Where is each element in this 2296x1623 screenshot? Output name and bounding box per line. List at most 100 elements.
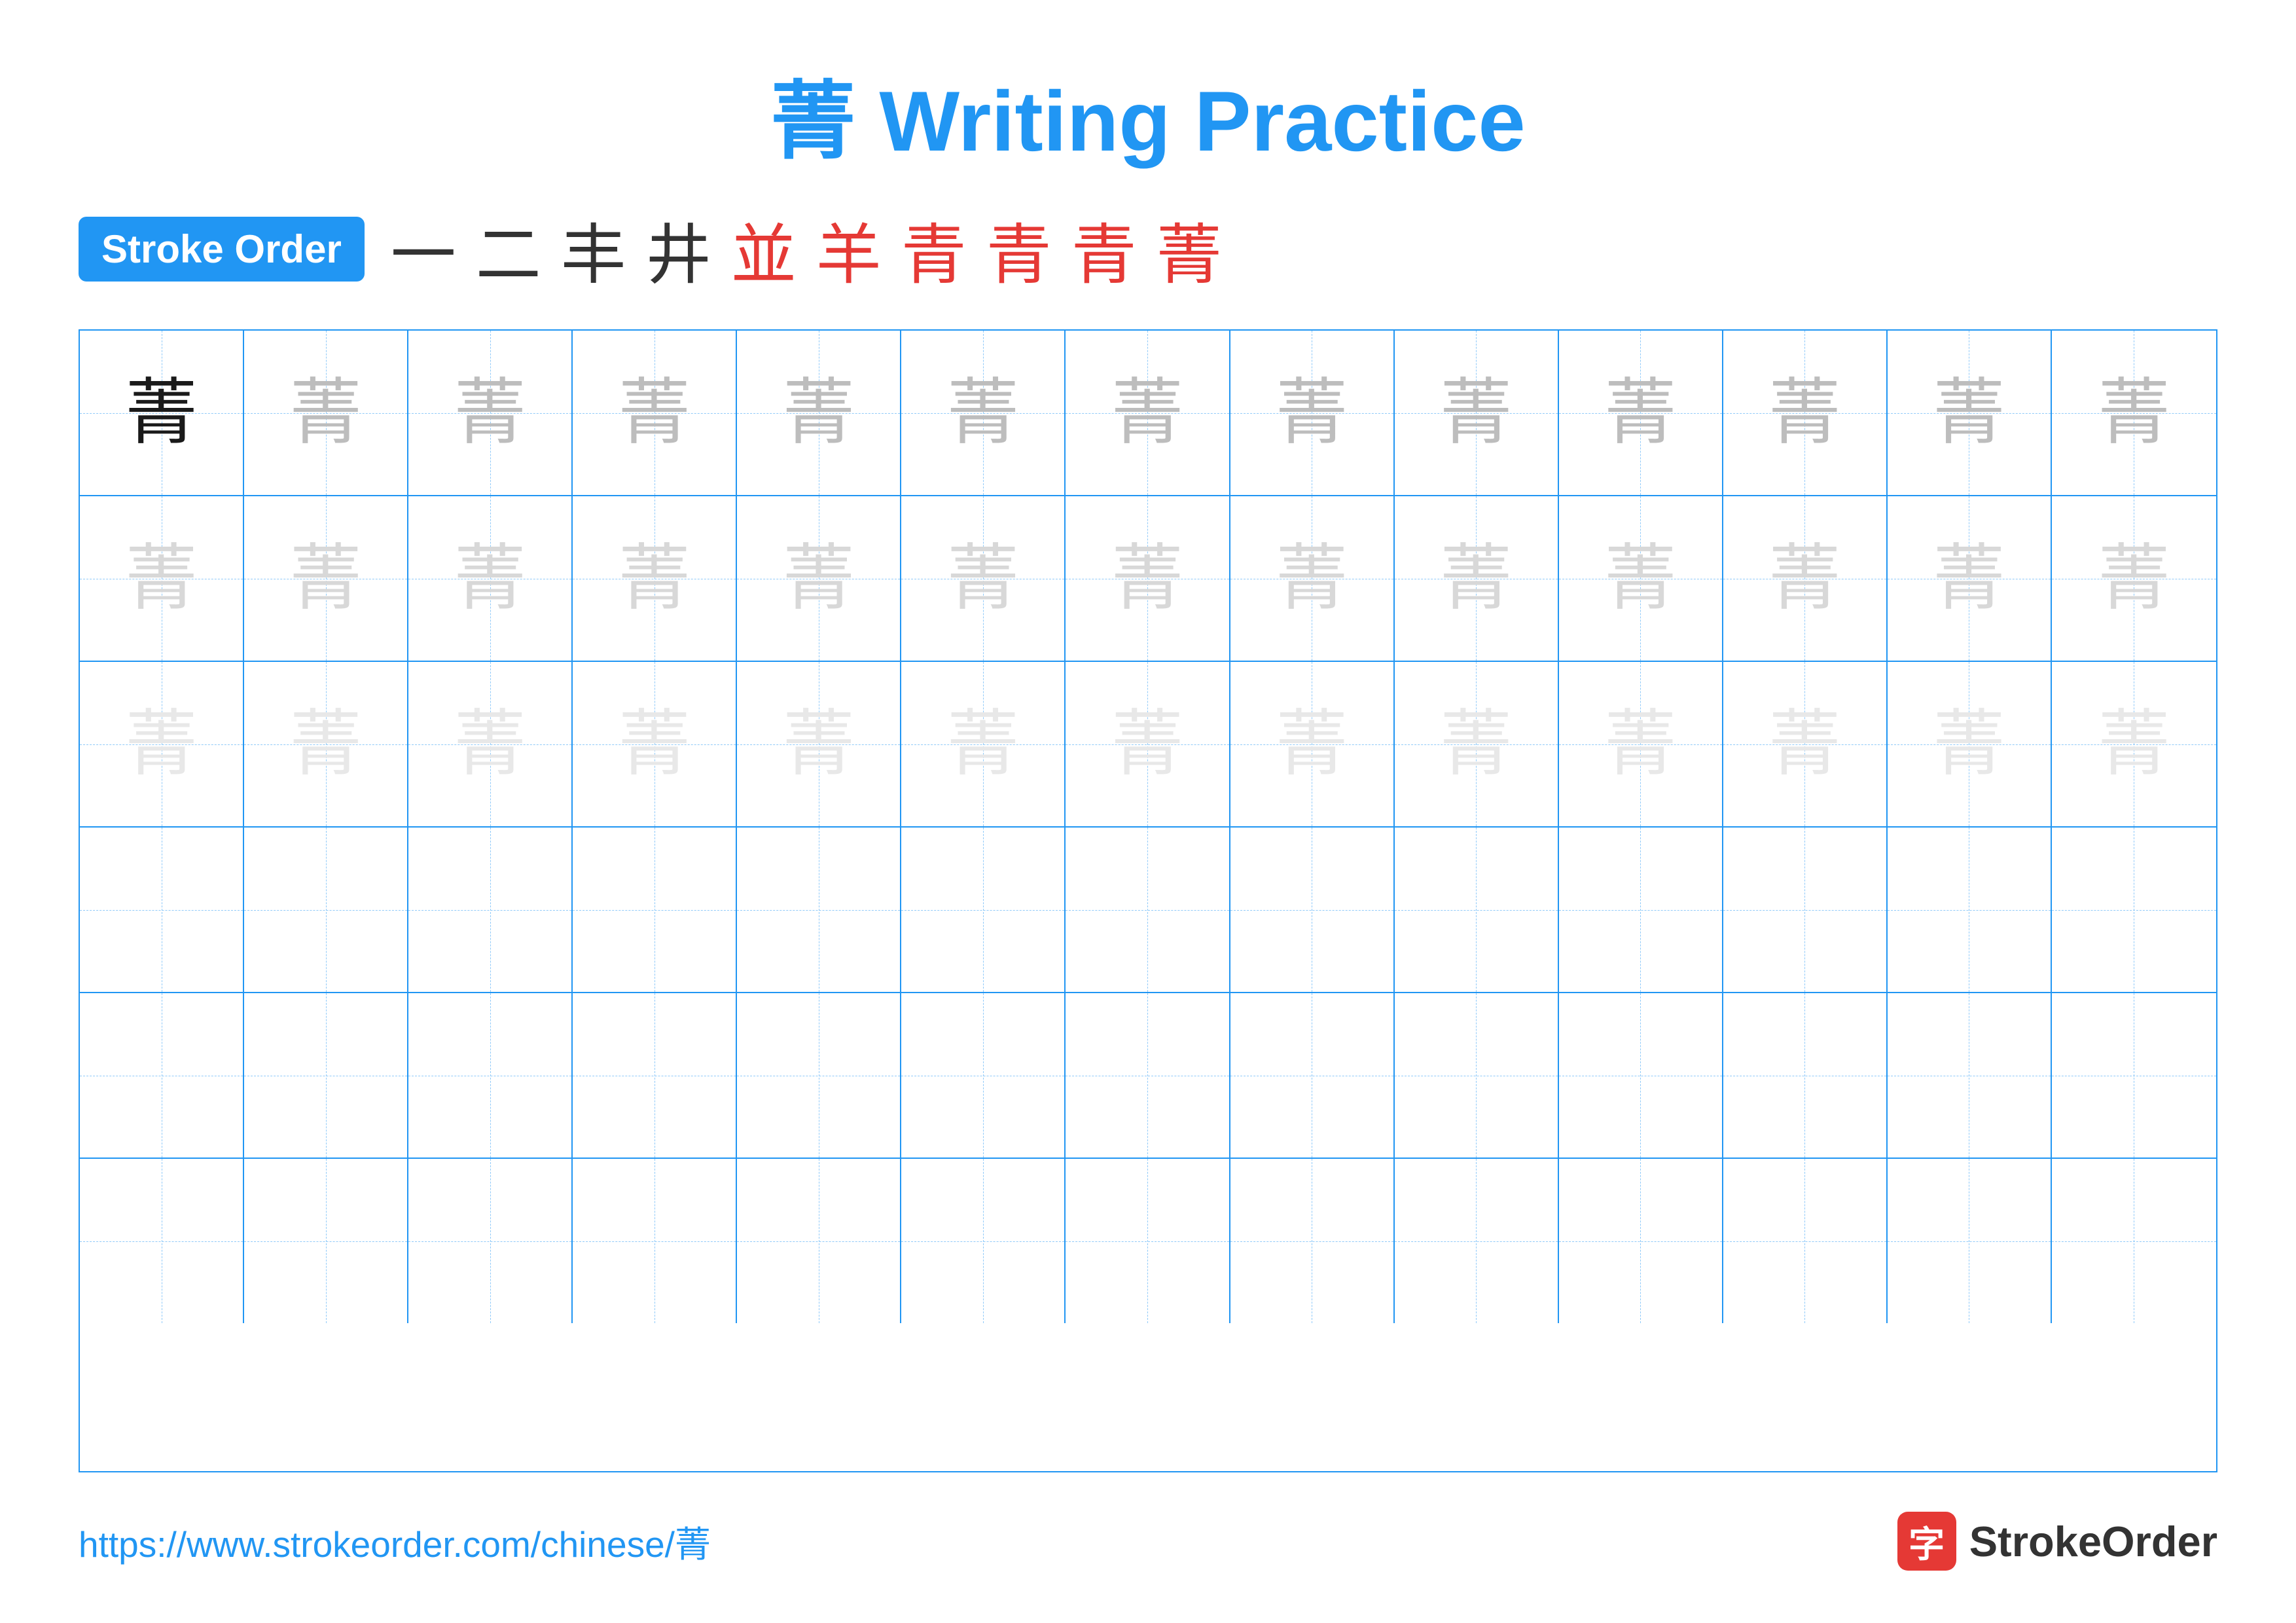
grid-cell[interactable]: 菁: [737, 496, 901, 661]
grid-cell[interactable]: 菁: [1230, 496, 1395, 661]
grid-cell[interactable]: 菁: [1888, 496, 2052, 661]
grid-cell[interactable]: 菁: [408, 662, 573, 826]
grid-cell[interactable]: [1230, 828, 1395, 992]
practice-grid: 菁 菁 菁 菁 菁 菁 菁 菁 菁 菁 菁 菁 菁 菁 菁 菁 菁 菁 菁 菁 …: [79, 329, 2217, 1472]
grid-cell[interactable]: [80, 828, 244, 992]
grid-cell[interactable]: 菁: [901, 662, 1066, 826]
char-guide: 菁: [1768, 543, 1840, 615]
grid-cell[interactable]: [901, 1159, 1066, 1323]
grid-cell[interactable]: [573, 993, 737, 1158]
char-guide: 菁: [1111, 377, 1183, 449]
char-guide: 菁: [947, 543, 1019, 615]
grid-cell[interactable]: 菁: [573, 662, 737, 826]
grid-cell[interactable]: [1888, 1159, 2052, 1323]
char-guide: 菁: [619, 708, 691, 780]
grid-cell[interactable]: [573, 1159, 737, 1323]
grid-cell[interactable]: [1559, 828, 1723, 992]
grid-cell[interactable]: 菁: [2052, 331, 2216, 495]
grid-cell[interactable]: [1559, 993, 1723, 1158]
grid-cell[interactable]: [737, 828, 901, 992]
grid-cell[interactable]: 菁: [1888, 662, 2052, 826]
grid-cell[interactable]: [1559, 1159, 1723, 1323]
grid-cell[interactable]: [1230, 993, 1395, 1158]
grid-cell[interactable]: [1395, 1159, 1559, 1323]
char-guide: 菁: [290, 377, 362, 449]
grid-cell[interactable]: 菁: [1395, 331, 1559, 495]
grid-cell[interactable]: [901, 993, 1066, 1158]
grid-cell[interactable]: [1066, 1159, 1230, 1323]
grid-cell[interactable]: [408, 828, 573, 992]
grid-cell[interactable]: [1066, 828, 1230, 992]
grid-cell[interactable]: 菁: [80, 496, 244, 661]
grid-cell[interactable]: [408, 1159, 573, 1323]
char-guide: 菁: [1604, 377, 1676, 449]
stroke-2: 二: [476, 202, 541, 297]
stroke-sequence: 一 二 丰 井 並 羊 青 青 青 菁: [391, 202, 1222, 297]
grid-row-4: [80, 828, 2216, 993]
grid-cell[interactable]: 菁: [901, 496, 1066, 661]
grid-cell[interactable]: 菁: [1723, 331, 1888, 495]
grid-cell[interactable]: [737, 993, 901, 1158]
grid-cell[interactable]: [1066, 993, 1230, 1158]
grid-cell[interactable]: 菁: [1559, 662, 1723, 826]
grid-cell[interactable]: [2052, 828, 2216, 992]
grid-cell[interactable]: [244, 993, 408, 1158]
grid-cell[interactable]: 菁: [737, 331, 901, 495]
grid-cell[interactable]: [2052, 993, 2216, 1158]
grid-cell[interactable]: [1723, 828, 1888, 992]
grid-cell[interactable]: 菁: [1230, 331, 1395, 495]
grid-cell[interactable]: 菁: [2052, 496, 2216, 661]
grid-cell[interactable]: 菁: [1723, 662, 1888, 826]
grid-cell[interactable]: 菁: [1888, 331, 2052, 495]
grid-cell[interactable]: 菁: [244, 662, 408, 826]
char-guide: 菁: [126, 543, 198, 615]
grid-cell[interactable]: 菁: [737, 662, 901, 826]
grid-cell[interactable]: [1723, 1159, 1888, 1323]
grid-cell[interactable]: 菁: [2052, 662, 2216, 826]
grid-cell[interactable]: 菁: [573, 331, 737, 495]
grid-cell[interactable]: [1888, 828, 2052, 992]
grid-cell[interactable]: 菁: [244, 331, 408, 495]
grid-cell[interactable]: 菁: [1559, 496, 1723, 661]
grid-cell[interactable]: 菁: [80, 662, 244, 826]
grid-cell[interactable]: [1395, 828, 1559, 992]
grid-cell[interactable]: [408, 993, 573, 1158]
logo-text: StrokeOrder: [1969, 1517, 2217, 1566]
char-dark: 菁: [126, 377, 198, 449]
char-guide: 菁: [1440, 543, 1512, 615]
grid-cell[interactable]: [1723, 993, 1888, 1158]
grid-cell[interactable]: [1888, 993, 2052, 1158]
grid-row-1: 菁 菁 菁 菁 菁 菁 菁 菁 菁 菁 菁 菁 菁: [80, 331, 2216, 496]
grid-cell[interactable]: 菁: [1395, 662, 1559, 826]
grid-cell[interactable]: 菁: [1066, 331, 1230, 495]
grid-cell[interactable]: 菁: [80, 331, 244, 495]
grid-cell[interactable]: 菁: [408, 496, 573, 661]
grid-cell[interactable]: 菁: [1066, 496, 1230, 661]
grid-row-6: [80, 1159, 2216, 1323]
grid-cell[interactable]: [80, 1159, 244, 1323]
grid-cell[interactable]: [2052, 1159, 2216, 1323]
grid-cell[interactable]: 菁: [901, 331, 1066, 495]
footer-url[interactable]: https://www.strokeorder.com/chinese/菁: [79, 1515, 711, 1567]
title-text: Writing Practice: [855, 73, 1525, 169]
grid-cell[interactable]: [737, 1159, 901, 1323]
grid-cell[interactable]: 菁: [1230, 662, 1395, 826]
stroke-9: 青: [1071, 202, 1137, 297]
grid-cell[interactable]: 菁: [1559, 331, 1723, 495]
grid-cell[interactable]: [573, 828, 737, 992]
grid-cell[interactable]: 菁: [1066, 662, 1230, 826]
grid-cell[interactable]: [1395, 993, 1559, 1158]
grid-cell[interactable]: [244, 828, 408, 992]
grid-cell[interactable]: 菁: [1723, 496, 1888, 661]
grid-cell[interactable]: [80, 993, 244, 1158]
grid-cell[interactable]: 菁: [1395, 496, 1559, 661]
grid-cell[interactable]: 菁: [408, 331, 573, 495]
grid-cell[interactable]: [1230, 1159, 1395, 1323]
grid-cell[interactable]: 菁: [244, 496, 408, 661]
grid-cell[interactable]: [244, 1159, 408, 1323]
grid-row-5: [80, 993, 2216, 1159]
char-guide: 菁: [619, 543, 691, 615]
grid-cell[interactable]: [901, 828, 1066, 992]
char-guide: 菁: [290, 708, 362, 780]
grid-cell[interactable]: 菁: [573, 496, 737, 661]
